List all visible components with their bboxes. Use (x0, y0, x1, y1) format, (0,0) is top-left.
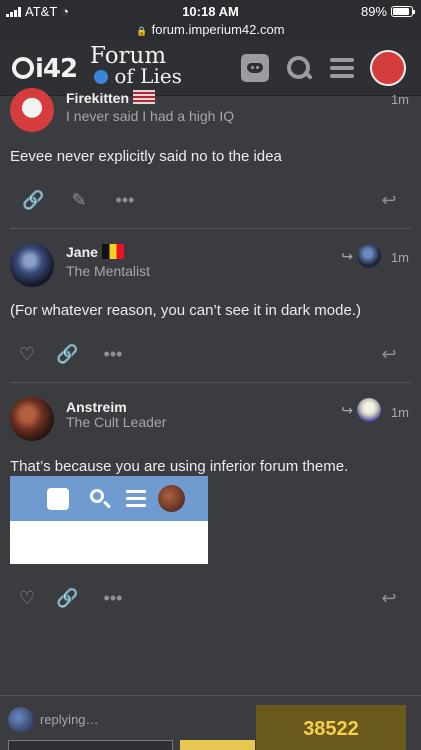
post-body: Eevee never explicitly said no to the id… (10, 148, 282, 165)
reply-icon[interactable]: ↩ (378, 189, 400, 211)
url-bar[interactable]: 🔒 forum.imperium42.com (0, 22, 421, 40)
site-header: i42 Forum of Lies (0, 40, 421, 96)
username[interactable]: Firekitten (66, 90, 186, 104)
replying-status: replying… (40, 712, 99, 727)
discord-icon[interactable] (241, 54, 269, 82)
more-icon[interactable]: ••• (102, 343, 124, 365)
battery-icon (391, 6, 415, 17)
hamburger-menu-icon[interactable] (328, 54, 356, 82)
reply-to-avatar (357, 244, 381, 268)
composer-submit-button[interactable] (180, 740, 255, 750)
post-time[interactable]: 1m (391, 405, 409, 420)
belgium-flag-icon (101, 244, 124, 259)
user-title: The Mentalist (66, 263, 151, 279)
link-icon[interactable]: 🔗 (22, 189, 44, 211)
battery-info: 89% (360, 4, 415, 19)
avatar (158, 485, 185, 512)
post-body: That’s because you are using inferior fo… (10, 458, 349, 475)
link-icon[interactable]: 🔗 (56, 587, 78, 609)
edit-pencil-icon[interactable]: ✎ (68, 189, 90, 211)
status-bar: AT&T ◔ 10:18 AM 89% (0, 0, 421, 22)
reply-arrow-icon: ↪ (341, 401, 353, 418)
more-icon[interactable]: ••• (102, 587, 124, 609)
i42-logo-ring (12, 57, 34, 79)
forum-logo-line1: Forum (90, 43, 167, 69)
battery-percent: 89% (360, 4, 387, 19)
reply-to-avatar (357, 398, 381, 422)
link-icon[interactable]: 🔗 (56, 343, 78, 365)
reply-icon[interactable]: ↩ (378, 587, 400, 609)
reply-icon[interactable]: ↩ (378, 343, 400, 365)
composer-avatar (8, 707, 34, 733)
counter-badge: 38522 (256, 705, 406, 750)
avatar[interactable] (10, 243, 54, 287)
post-divider (10, 228, 411, 229)
hamburger-menu-icon (126, 490, 146, 511)
discord-icon (47, 488, 69, 510)
us-flag-icon (133, 90, 156, 104)
post-body: (For whatever reason, you can’t see it i… (10, 302, 361, 319)
globe-icon (94, 70, 108, 84)
like-heart-icon[interactable]: ♡ (16, 343, 38, 365)
composer-input[interactable] (8, 740, 173, 750)
forum-logo-line2: of Lies (114, 64, 182, 88)
post-time[interactable]: 1m (391, 92, 409, 104)
embedded-screenshot[interactable] (10, 476, 208, 564)
username[interactable]: Anstreim (66, 399, 127, 415)
lock-icon: 🔒 (136, 26, 148, 36)
avatar[interactable] (10, 88, 54, 132)
post-time[interactable]: 1m (391, 250, 409, 265)
url-text: forum.imperium42.com (151, 22, 285, 37)
user-title: The Cult Leader (66, 414, 167, 430)
post-divider (10, 382, 411, 383)
i42-logo-text: i42 (35, 54, 78, 84)
avatar[interactable] (10, 397, 54, 441)
search-icon[interactable] (285, 54, 313, 82)
reply-to-indicator[interactable]: ↪ (341, 244, 381, 268)
more-icon[interactable]: ••• (114, 189, 136, 211)
search-icon (90, 489, 104, 503)
embedded-header-bar (10, 476, 208, 521)
current-user-avatar[interactable] (370, 50, 406, 86)
user-title: I never said I had a high IQ (66, 108, 235, 124)
username[interactable]: Jane (66, 244, 124, 260)
clock: 10:18 AM (182, 4, 239, 19)
reply-to-indicator[interactable]: ↪ (341, 398, 381, 422)
i42-logo[interactable]: i42 (12, 54, 78, 84)
forum-of-lies-logo[interactable]: Forum of Lies (90, 43, 182, 88)
like-heart-icon[interactable]: ♡ (16, 587, 38, 609)
reply-arrow-icon: ↪ (341, 247, 353, 264)
